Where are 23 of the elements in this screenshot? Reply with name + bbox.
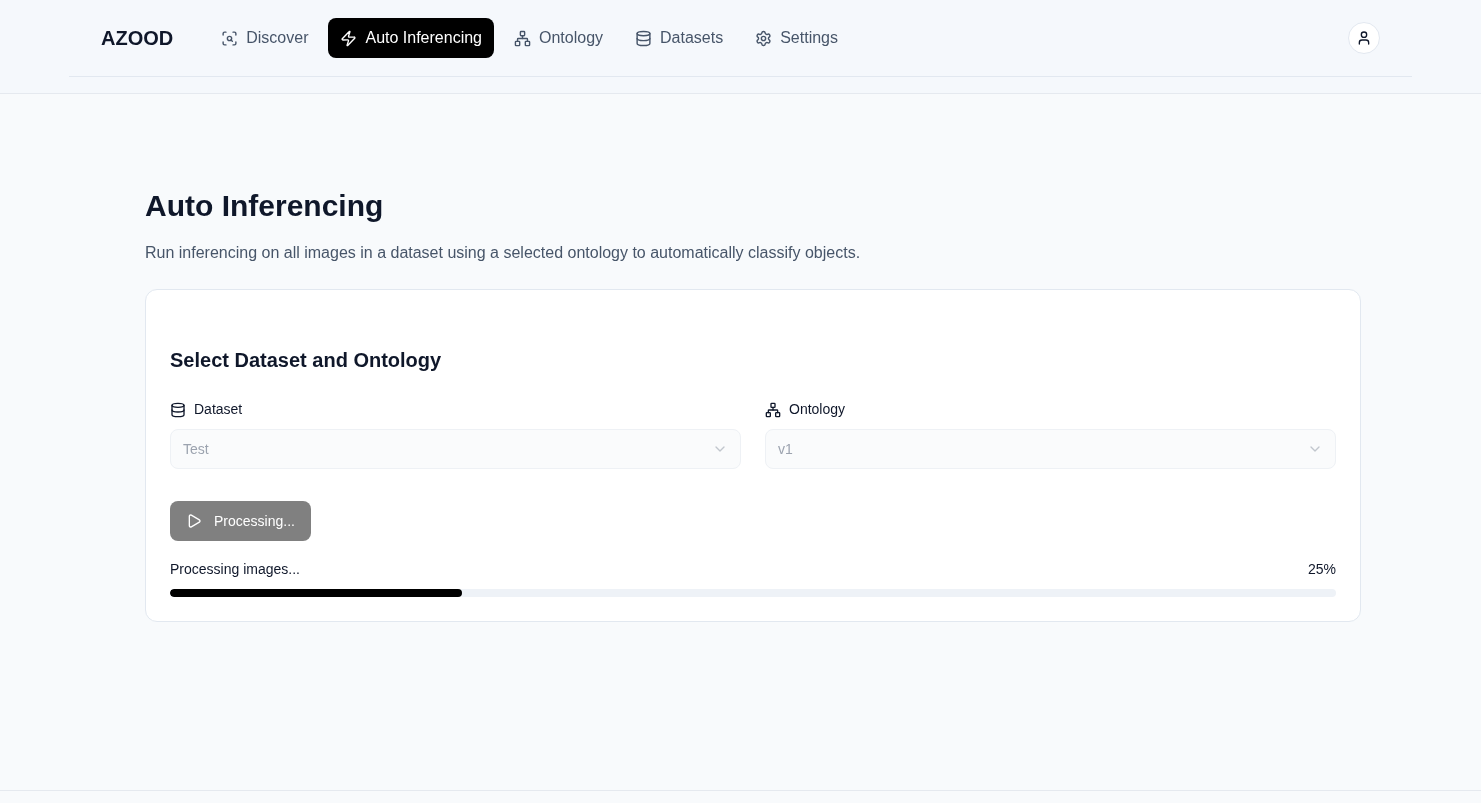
play-icon <box>186 513 202 529</box>
nav-tab[interactable]: Auto Inferencing <box>328 18 494 58</box>
hierarchy-icon <box>514 29 531 47</box>
brand-logo[interactable]: AZOOD <box>101 24 174 52</box>
user-avatar-button[interactable] <box>1348 22 1380 54</box>
progress-label: Processing images... <box>170 560 300 579</box>
page-title: Auto Inferencing <box>145 188 385 224</box>
nav-tab[interactable]: Discover <box>209 18 321 58</box>
scan-icon <box>221 29 239 47</box>
nav-tab[interactable]: Ontology <box>502 18 616 58</box>
nav-tab[interactable]: Datasets <box>623 18 736 58</box>
hierarchy-icon <box>765 401 781 418</box>
user-icon <box>1356 30 1372 46</box>
database-icon <box>170 401 186 418</box>
field-label: Ontology <box>789 400 846 419</box>
progress-reading: 25% <box>1307 560 1336 579</box>
page-description: Run inferencing on all images in a dataset using a selected ontology to automatically classify objects. <box>145 243 862 263</box>
database-icon <box>635 29 653 47</box>
nav-tab[interactable]: Settings <box>743 18 850 58</box>
settings-icon <box>755 29 773 47</box>
card-title: Select Dataset and Ontology <box>170 348 443 373</box>
lightning-icon <box>340 29 358 47</box>
field-label: Dataset <box>194 400 243 419</box>
